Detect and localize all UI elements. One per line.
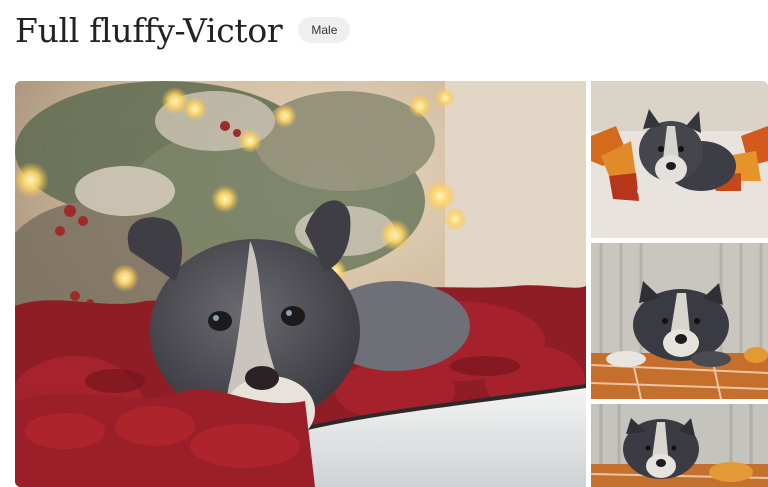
main-photo[interactable] — [15, 81, 586, 487]
listing-header: Full fluffy-Victor Male — [15, 8, 351, 52]
photo-gallery — [15, 81, 768, 487]
thumbnail-1-image — [591, 81, 768, 238]
gallery-thumbnail-2[interactable] — [591, 243, 768, 399]
thumbnail-3-image — [591, 404, 768, 487]
thumbnail-2-image — [591, 243, 768, 399]
gallery-thumbnail-1[interactable] — [591, 81, 768, 238]
main-photo-image — [15, 81, 586, 487]
page-title: Full fluffy-Victor — [15, 10, 283, 50]
gallery-thumbnail-3[interactable] — [591, 404, 768, 487]
gender-badge: Male — [298, 17, 351, 43]
